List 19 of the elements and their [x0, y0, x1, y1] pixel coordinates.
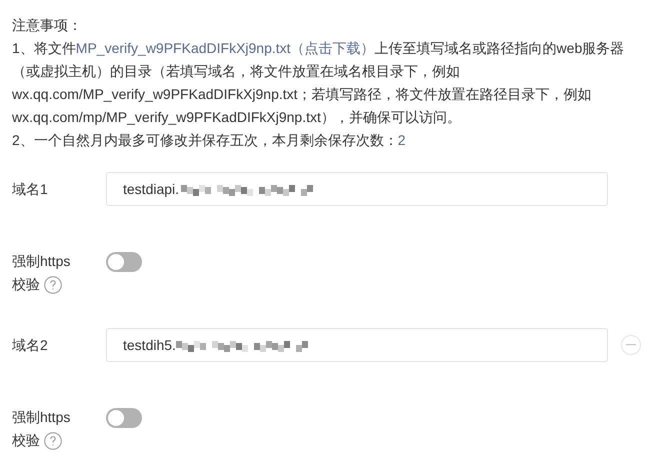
note-text: 1、将文件MP_verify_w9PFKadDIFkXj9np.txt（点击下载）上传至填写域名或路径指向的web服务器（或虚拟主机）的目录（若填写域名，将文件放置在域名根目录下，例如wx.qq.com/MP_verify_w9PFKadDIFkXj9np.txt；若填写路径，将文件放置在路径目录下，例如wx.qq.com/mp/MP_verify_w9PFKadDIFkXj9np.txt），并确保可以访问。	[12, 39, 626, 127]
domain-field[interactable]: testdiapi.	[106, 172, 608, 206]
help-icon[interactable]	[44, 276, 62, 294]
minus-icon	[626, 344, 636, 346]
note-text: 2、一个自然月内最多可修改并保存五次，本月剩余保存次数：	[12, 131, 398, 150]
field-label: 域名1	[12, 180, 49, 198]
field-label: 强制https	[12, 408, 72, 427]
remove-button[interactable]	[621, 335, 641, 355]
field-label: 域名2	[12, 336, 49, 354]
download-link[interactable]: MP_verify_w9PFKadDIFkXj9np.txt（点击下载）	[76, 40, 375, 56]
toggle-switch[interactable]	[106, 252, 142, 272]
field-label: 强制https	[12, 252, 72, 271]
field-label: 校验	[12, 431, 40, 450]
domain-field[interactable]: testdih5.	[106, 328, 608, 362]
help-icon[interactable]	[44, 432, 62, 450]
field-label: 校验	[12, 275, 40, 294]
notes-title: 注意事项：	[12, 16, 83, 35]
remaining-count: 2	[398, 131, 406, 150]
toggle-switch[interactable]	[106, 408, 142, 428]
